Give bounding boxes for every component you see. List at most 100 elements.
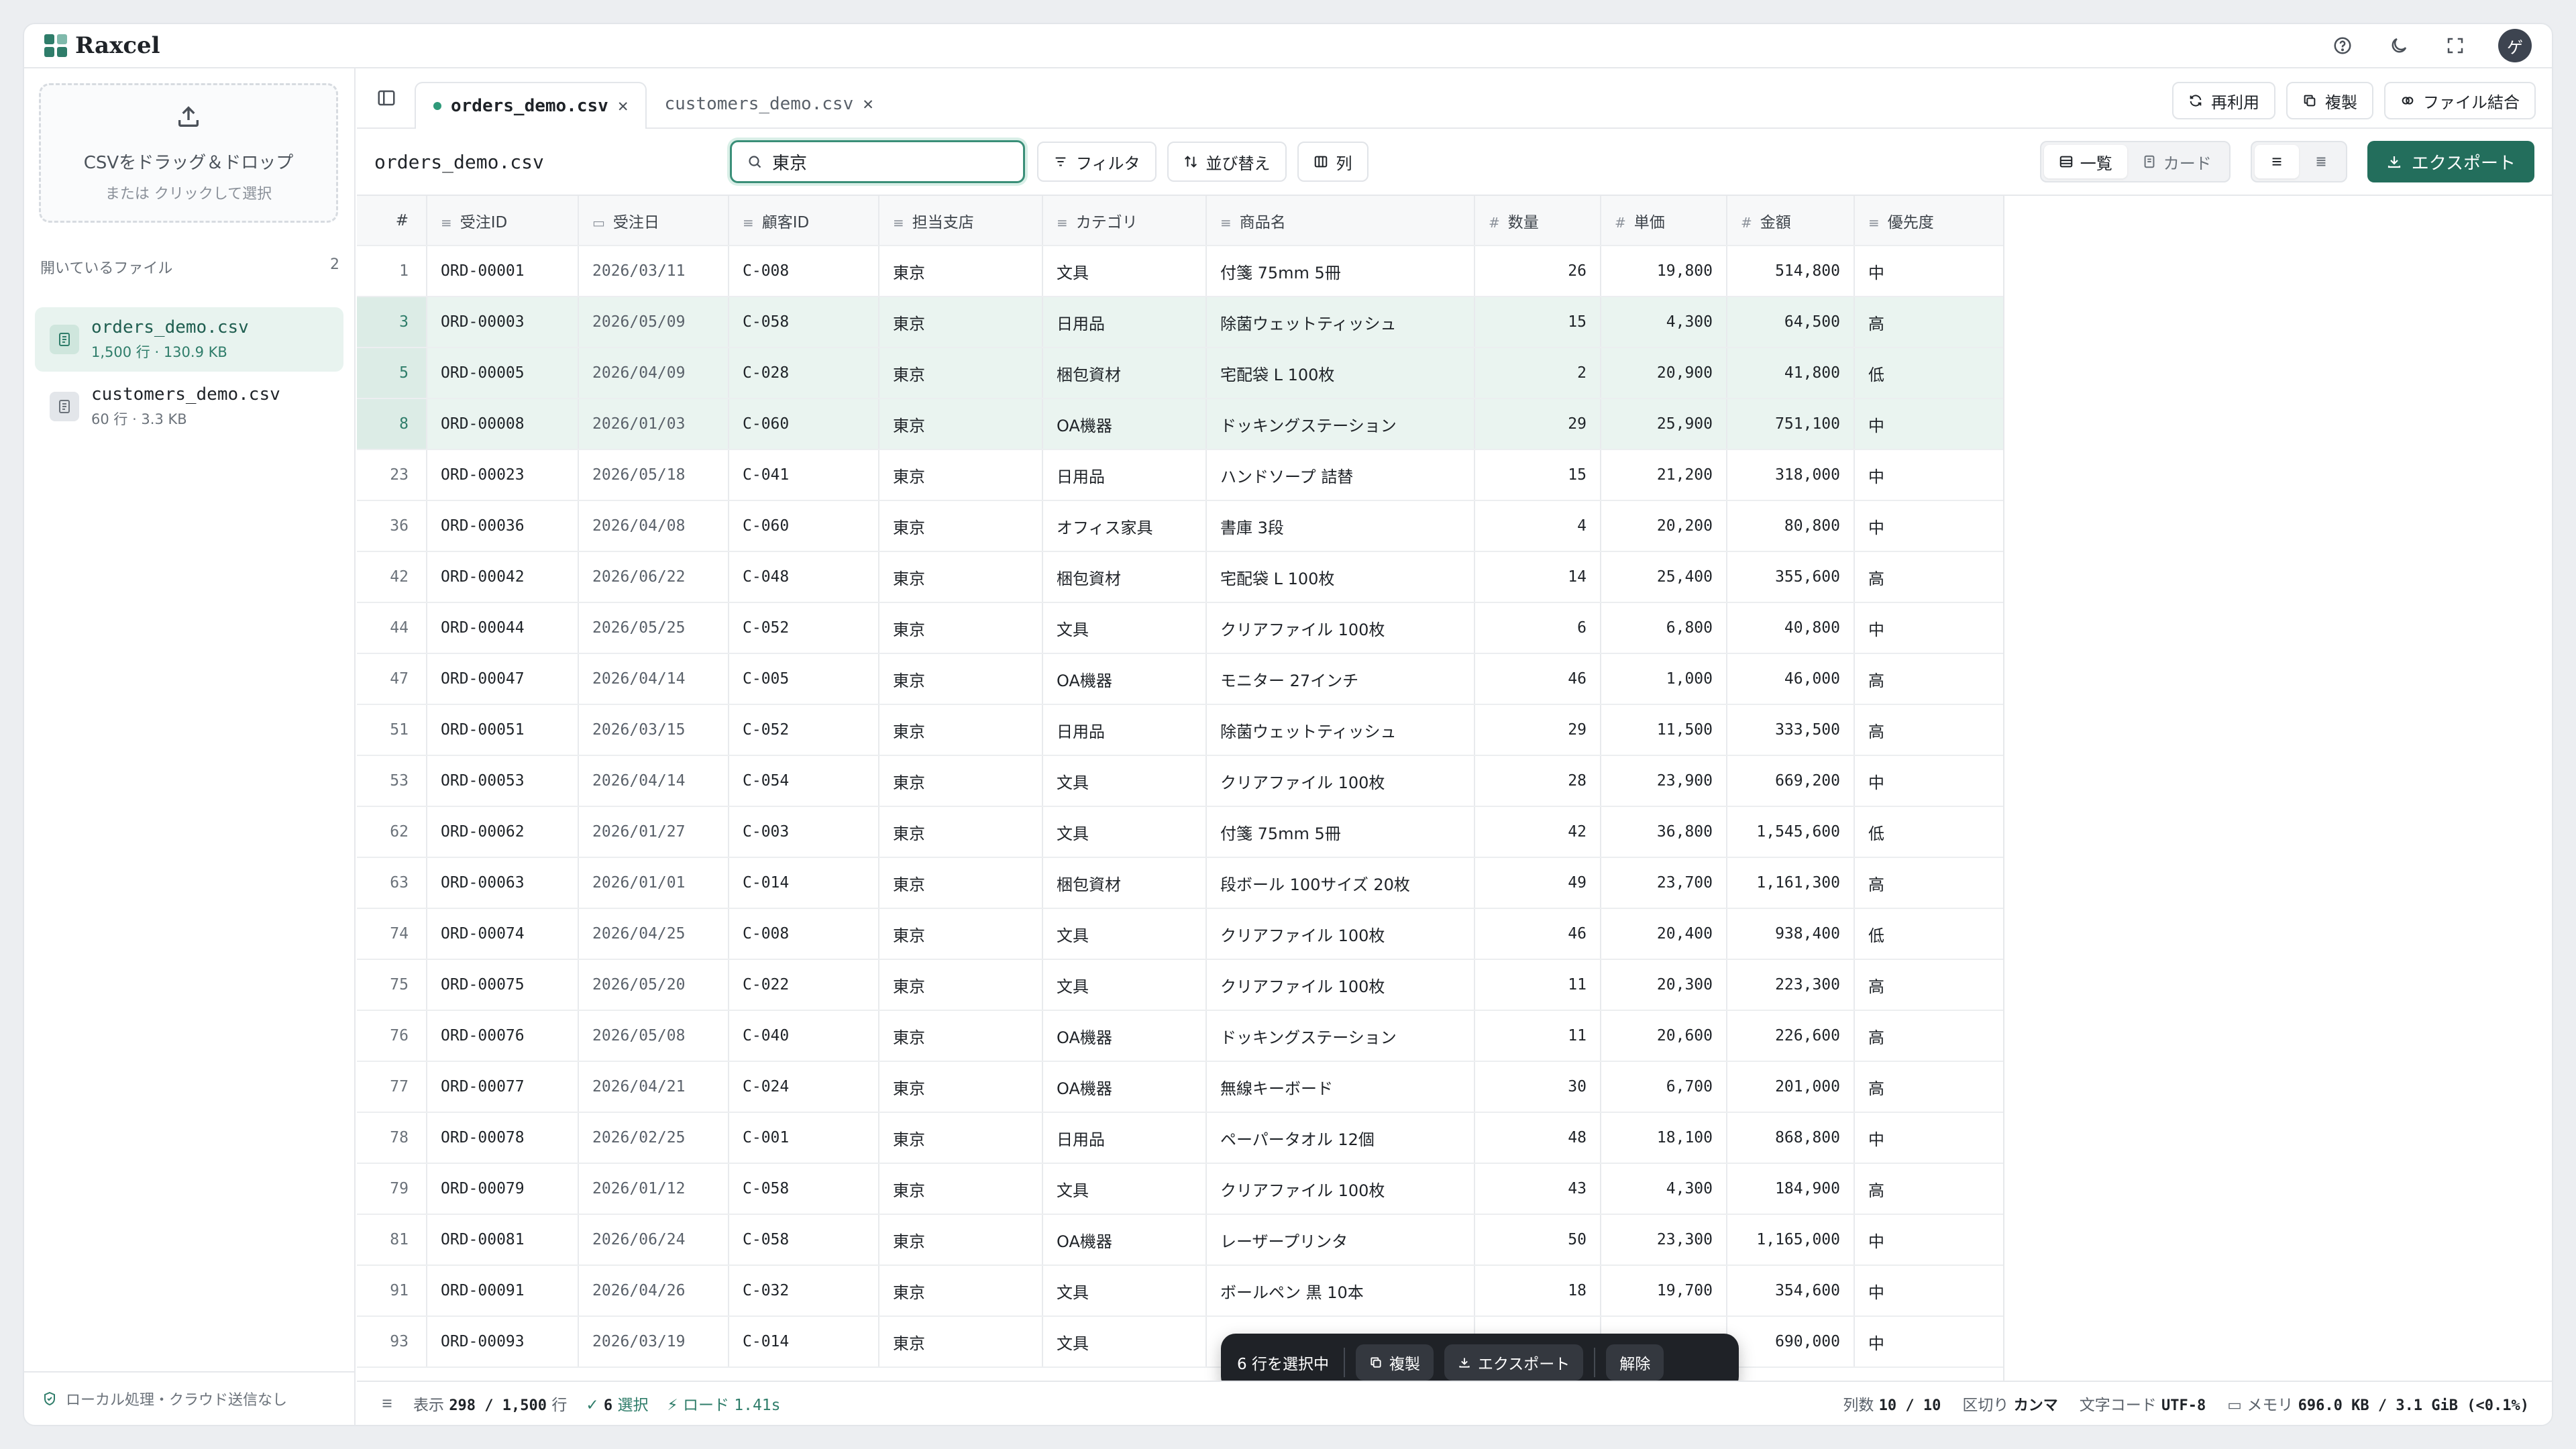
column-header-priority[interactable]: ≡ 優先度: [1854, 196, 2004, 246]
product-cell[interactable]: 除菌ウェットティッシュ: [1206, 704, 1475, 756]
row-index[interactable]: 74: [357, 908, 427, 960]
customer-id-cell[interactable]: C-014: [729, 1316, 879, 1368]
amount-cell[interactable]: 184,900: [1727, 1163, 1855, 1215]
search-input[interactable]: [772, 152, 1000, 172]
order-date-cell[interactable]: 2026/05/09: [578, 297, 729, 348]
order-id-cell[interactable]: ORD-00075: [427, 959, 579, 1011]
column-header-index[interactable]: #: [357, 196, 427, 246]
category-cell[interactable]: OA機器: [1042, 653, 1207, 705]
quantity-cell[interactable]: 30: [1474, 1061, 1601, 1113]
clear-selection-button[interactable]: 解除: [1606, 1344, 1664, 1381]
branch-cell[interactable]: 東京: [879, 602, 1043, 654]
branch-cell[interactable]: 東京: [879, 959, 1043, 1011]
column-header-order-id[interactable]: ≡ 受注ID: [427, 196, 579, 246]
quantity-cell[interactable]: 48: [1474, 1112, 1601, 1164]
order-id-cell[interactable]: ORD-00047: [427, 653, 579, 705]
table-row[interactable]: 77 ORD-00077 2026/04/21 C-024 東京 OA機器 無線キーボード 3…: [357, 1061, 2004, 1113]
row-index[interactable]: 75: [357, 959, 427, 1011]
row-index[interactable]: 63: [357, 857, 427, 909]
branch-cell[interactable]: 東京: [879, 653, 1043, 705]
product-cell[interactable]: ペーパータオル 12個: [1206, 1112, 1475, 1164]
category-cell[interactable]: 文具: [1042, 959, 1207, 1011]
row-index[interactable]: 81: [357, 1214, 427, 1266]
priority-cell[interactable]: 高: [1854, 653, 2004, 705]
unit-price-cell[interactable]: 19,800: [1601, 246, 1727, 297]
category-cell[interactable]: 日用品: [1042, 1112, 1207, 1164]
category-cell[interactable]: OA機器: [1042, 1214, 1207, 1266]
quantity-cell[interactable]: 46: [1474, 653, 1601, 705]
order-date-cell[interactable]: 2026/01/27: [578, 806, 729, 858]
quantity-cell[interactable]: 43: [1474, 1163, 1601, 1215]
row-index[interactable]: 62: [357, 806, 427, 858]
amount-cell[interactable]: 318,000: [1727, 449, 1855, 501]
amount-cell[interactable]: 80,800: [1727, 500, 1855, 552]
unit-price-cell[interactable]: 23,300: [1601, 1214, 1727, 1266]
customer-id-cell[interactable]: C-024: [729, 1061, 879, 1113]
quantity-cell[interactable]: 50: [1474, 1214, 1601, 1266]
branch-cell[interactable]: 東京: [879, 500, 1043, 552]
fullscreen-icon[interactable]: [2442, 32, 2469, 59]
filter-button[interactable]: フィルタ: [1037, 142, 1157, 182]
quantity-cell[interactable]: 2: [1474, 347, 1601, 399]
help-icon[interactable]: [2329, 32, 2356, 59]
branch-cell[interactable]: 東京: [879, 755, 1043, 807]
table-row[interactable]: 23 ORD-00023 2026/05/18 C-041 東京 日用品 ハンドソープ 詰替…: [357, 449, 2004, 501]
branch-cell[interactable]: 東京: [879, 1061, 1043, 1113]
product-cell[interactable]: ボールペン 黒 10本: [1206, 1265, 1475, 1317]
amount-cell[interactable]: 41,800: [1727, 347, 1855, 399]
branch-cell[interactable]: 東京: [879, 1316, 1043, 1368]
quantity-cell[interactable]: 14: [1474, 551, 1601, 603]
branch-cell[interactable]: 東京: [879, 246, 1043, 297]
quantity-cell[interactable]: 15: [1474, 449, 1601, 501]
unit-price-cell[interactable]: 20,900: [1601, 347, 1727, 399]
unit-price-cell[interactable]: 23,900: [1601, 755, 1727, 807]
table-row[interactable]: 93 ORD-00093 2026/03/19 C-014 東京 文具 690,000 中: [357, 1316, 2004, 1368]
table-row[interactable]: 5 ORD-00005 2026/04/09 C-028 東京 梱包資材 宅配袋 L 100…: [357, 347, 2004, 399]
unit-price-cell[interactable]: 18,100: [1601, 1112, 1727, 1164]
priority-cell[interactable]: 中: [1854, 398, 2004, 450]
order-date-cell[interactable]: 2026/06/22: [578, 551, 729, 603]
priority-cell[interactable]: 中: [1854, 602, 2004, 654]
amount-cell[interactable]: 333,500: [1727, 704, 1855, 756]
amount-cell[interactable]: 938,400: [1727, 908, 1855, 960]
product-cell[interactable]: レーザープリンタ: [1206, 1214, 1475, 1266]
order-date-cell[interactable]: 2026/04/25: [578, 908, 729, 960]
table-row[interactable]: 79 ORD-00079 2026/01/12 C-058 東京 文具 クリアファイル 10…: [357, 1163, 2004, 1215]
export-button[interactable]: エクスポート: [2367, 141, 2534, 182]
branch-cell[interactable]: 東京: [879, 1163, 1043, 1215]
quantity-cell[interactable]: 11: [1474, 959, 1601, 1011]
branch-cell[interactable]: 東京: [879, 806, 1043, 858]
customer-id-cell[interactable]: C-052: [729, 704, 879, 756]
amount-cell[interactable]: 868,800: [1727, 1112, 1855, 1164]
unit-price-cell[interactable]: 11,500: [1601, 704, 1727, 756]
sort-button[interactable]: 並び替え: [1167, 142, 1287, 182]
user-avatar[interactable]: ゲ: [2498, 29, 2532, 62]
density-normal-button[interactable]: [2254, 145, 2299, 178]
priority-cell[interactable]: 高: [1854, 297, 2004, 348]
table-row[interactable]: 1 ORD-00001 2026/03/11 C-008 東京 文具 付箋 75mm 5冊 2…: [357, 246, 2004, 297]
category-cell[interactable]: 文具: [1042, 806, 1207, 858]
order-date-cell[interactable]: 2026/04/26: [578, 1265, 729, 1317]
order-date-cell[interactable]: 2026/04/14: [578, 653, 729, 705]
column-header-branch[interactable]: ≡ 担当支店: [879, 196, 1043, 246]
close-icon[interactable]: ✕: [618, 96, 629, 116]
amount-cell[interactable]: 1,165,000: [1727, 1214, 1855, 1266]
density-compact-button[interactable]: [2299, 145, 2343, 178]
order-date-cell[interactable]: 2026/03/19: [578, 1316, 729, 1368]
columns-button[interactable]: 列: [1297, 142, 1368, 182]
row-index[interactable]: 78: [357, 1112, 427, 1164]
unit-price-cell[interactable]: 4,300: [1601, 297, 1727, 348]
row-index[interactable]: 47: [357, 653, 427, 705]
customer-id-cell[interactable]: C-058: [729, 1163, 879, 1215]
row-index[interactable]: 5: [357, 347, 427, 399]
unit-price-cell[interactable]: 6,800: [1601, 602, 1727, 654]
row-index[interactable]: 79: [357, 1163, 427, 1215]
column-header-order-date[interactable]: ▭ 受注日: [578, 196, 729, 246]
category-cell[interactable]: 文具: [1042, 1163, 1207, 1215]
branch-cell[interactable]: 東京: [879, 1010, 1043, 1062]
table-row[interactable]: 78 ORD-00078 2026/02/25 C-001 東京 日用品 ペーパータオル 1…: [357, 1112, 2004, 1164]
order-date-cell[interactable]: 2026/01/03: [578, 398, 729, 450]
unit-price-cell[interactable]: 25,400: [1601, 551, 1727, 603]
customer-id-cell[interactable]: C-014: [729, 857, 879, 909]
quantity-cell[interactable]: 29: [1474, 398, 1601, 450]
